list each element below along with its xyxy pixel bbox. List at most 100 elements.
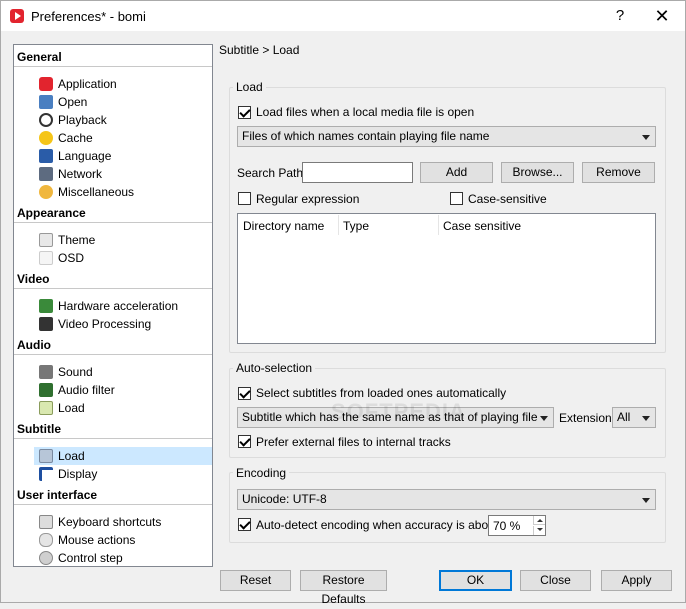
ok-button[interactable]: OK [439, 570, 512, 591]
theme-icon [39, 233, 53, 247]
load-files-label: Load files when a local media file is op… [256, 105, 475, 119]
prefer-external-label: Prefer external files to internal tracks [256, 435, 451, 449]
sidebar-item-label: Display [58, 467, 98, 481]
remove-button[interactable]: Remove [582, 162, 655, 183]
column-divider [338, 215, 339, 235]
accuracy-value: 70 % [493, 519, 521, 533]
column-header-type[interactable]: Type [343, 219, 369, 233]
settings-tree[interactable]: General Application Open Playback Cache … [13, 44, 213, 567]
sidebar-item-audio-filter[interactable]: Audio filter [34, 381, 212, 399]
reset-button[interactable]: Reset [220, 570, 291, 591]
auto-select-checkbox[interactable] [238, 387, 251, 400]
close-window-button[interactable]: ✕ [639, 1, 685, 31]
sidebar-item-label: Theme [58, 233, 96, 247]
search-path-input[interactable] [302, 162, 413, 183]
column-divider [438, 215, 439, 235]
auto-select-label: Select subtitles from loaded ones automa… [256, 386, 507, 400]
category-divider [14, 354, 212, 355]
extension-combobox[interactable]: All [612, 407, 656, 428]
encoding-combobox[interactable]: Unicode: UTF-8 [237, 489, 656, 510]
sidebar-item-open[interactable]: Open [34, 93, 212, 111]
encoding-value: Unicode: UTF-8 [242, 492, 327, 506]
load-files-checkbox[interactable] [238, 106, 251, 119]
sidebar-item-hardware-acceleration[interactable]: Hardware acceleration [34, 297, 212, 315]
regex-checkbox[interactable] [238, 192, 251, 205]
category-appearance[interactable]: Appearance [17, 206, 86, 220]
sidebar-item-label: Audio filter [58, 383, 115, 397]
sidebar-item-label: Mouse actions [58, 533, 136, 547]
audio-filter-icon [39, 383, 53, 397]
sidebar-item-miscellaneous[interactable]: Miscellaneous [34, 183, 212, 201]
accuracy-spinbox[interactable]: 70 % [488, 515, 546, 536]
misc-icon [39, 185, 53, 199]
column-header-directory[interactable]: Directory name [243, 219, 324, 233]
prefer-external-checkbox[interactable] [238, 435, 251, 448]
category-general[interactable]: General [17, 50, 62, 64]
case-sensitive-label: Case-sensitive [468, 192, 547, 206]
column-header-case-sensitive[interactable]: Case sensitive [443, 219, 521, 233]
add-button[interactable]: Add [420, 162, 493, 183]
close-button[interactable]: Close [520, 570, 591, 591]
sidebar-item-label: Playback [58, 113, 107, 127]
help-button[interactable]: ? [597, 1, 643, 31]
auto-selection-group-title: Auto-selection [233, 361, 316, 375]
sidebar-item-label: Application [58, 77, 117, 91]
category-divider [14, 438, 212, 439]
spin-down-icon[interactable] [533, 526, 545, 535]
auto-detect-label: Auto-detect encoding when accuracy is ab… [256, 518, 501, 532]
load-mode-combobox[interactable]: Files of which names contain playing fil… [237, 126, 656, 147]
category-divider [14, 222, 212, 223]
category-audio[interactable]: Audio [17, 338, 51, 352]
subtitle-load-icon [39, 449, 53, 463]
sidebar-item-control-step[interactable]: Control step [34, 549, 212, 567]
sidebar-item-label: Hardware acceleration [58, 299, 179, 313]
encoding-group-title: Encoding [233, 466, 290, 480]
sidebar-item-video-processing[interactable]: Video Processing [34, 315, 212, 333]
category-user-interface[interactable]: User interface [17, 488, 97, 502]
chevron-down-icon [642, 498, 650, 503]
auto-detect-checkbox[interactable] [238, 518, 251, 531]
title-bar[interactable]: Preferences* - bomi ? ✕ [1, 1, 685, 31]
sidebar-item-language[interactable]: Language [34, 147, 212, 165]
apply-button[interactable]: Apply [601, 570, 672, 591]
spin-up-icon[interactable] [533, 516, 545, 525]
search-path-list[interactable]: Directory name Type Case sensitive [237, 213, 656, 344]
sidebar-item-label: OSD [58, 251, 85, 265]
sidebar-item-label: Keyboard shortcuts [58, 515, 162, 529]
category-subtitle[interactable]: Subtitle [17, 422, 61, 436]
case-sensitive-checkbox[interactable] [450, 192, 463, 205]
sidebar-item-label: Cache [58, 131, 93, 145]
bomi-app-icon [10, 9, 24, 23]
chevron-down-icon [540, 416, 548, 421]
sidebar-item-subtitle-display[interactable]: Display [34, 465, 212, 483]
sidebar-item-label: Open [58, 95, 88, 109]
hardware-icon [39, 299, 53, 313]
category-divider [14, 504, 212, 505]
sidebar-item-theme[interactable]: Theme [34, 231, 212, 249]
sidebar-item-label: Control step [58, 551, 123, 565]
sidebar-item-label: Sound [58, 365, 93, 379]
sidebar-item-subtitle-load[interactable]: Load [34, 447, 212, 465]
load-group-title: Load [233, 80, 266, 94]
sidebar-item-keyboard-shortcuts[interactable]: Keyboard shortcuts [34, 513, 212, 531]
network-icon [39, 167, 53, 181]
app-icon [39, 77, 53, 91]
category-video[interactable]: Video [17, 272, 49, 286]
sidebar-item-audio-load[interactable]: Load [34, 399, 212, 417]
sidebar-item-playback[interactable]: Playback [34, 111, 212, 129]
sidebar-item-sound[interactable]: Sound [34, 363, 212, 381]
sidebar-item-osd[interactable]: OSD [34, 249, 212, 267]
sidebar-item-network[interactable]: Network [34, 165, 212, 183]
preferences-window: Preferences* - bomi ? ✕ General Applicat… [0, 0, 686, 606]
audio-load-icon [39, 401, 53, 415]
sidebar-item-application[interactable]: Application [34, 75, 212, 93]
mouse-icon [39, 533, 53, 547]
sidebar-item-cache[interactable]: Cache [34, 129, 212, 147]
sidebar-item-mouse-actions[interactable]: Mouse actions [34, 531, 212, 549]
category-divider [14, 66, 212, 67]
restore-defaults-button[interactable]: Restore Defaults [300, 570, 387, 606]
sidebar-item-label: Load [58, 449, 85, 463]
keyboard-icon [39, 515, 53, 529]
category-divider [14, 288, 212, 289]
browse-button[interactable]: Browse... [501, 162, 574, 183]
